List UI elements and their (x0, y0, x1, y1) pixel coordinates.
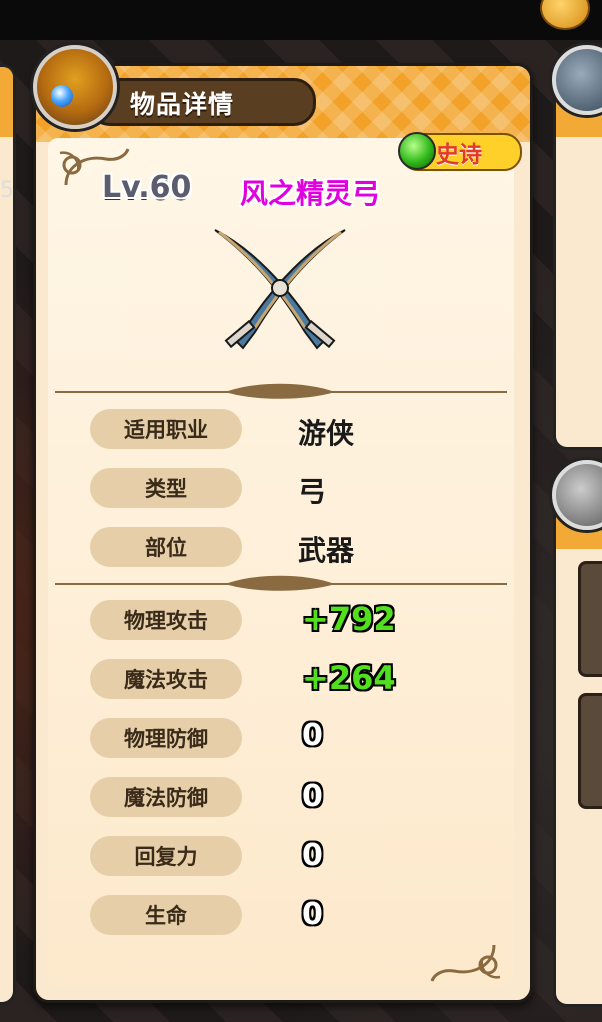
label-magic-attack: 魔法攻击 (90, 659, 242, 699)
gem-icon (51, 85, 73, 107)
value-physical-attack: +792 (302, 600, 396, 638)
value-health: 0 (302, 897, 323, 932)
value-class: 游侠 (298, 417, 355, 450)
right-neighbor-panel-bottom[interactable] (553, 466, 602, 1007)
item-level: Lv.60 (102, 170, 192, 205)
item-name: 风之精灵弓 (240, 177, 381, 210)
rarity-label: 史诗 (436, 142, 482, 168)
label-class: 适用职业 (90, 409, 242, 449)
item-slot[interactable] (578, 693, 602, 809)
value-magic-attack: +264 (302, 659, 396, 697)
value-magic-defense: 0 (302, 779, 323, 814)
right-neighbor-panel-top[interactable] (553, 64, 602, 450)
item-bag-icon (33, 45, 117, 129)
value-type: 弓 (298, 475, 327, 508)
ornament-flourish-icon (430, 944, 501, 982)
label-physical-attack: 物理攻击 (90, 600, 242, 640)
value-physical-defense: 0 (302, 718, 323, 753)
section-divider (55, 383, 507, 399)
label-slot: 部位 (90, 527, 242, 567)
label-type: 类型 (90, 468, 242, 508)
item-slot[interactable] (578, 561, 602, 677)
value-slot: 武器 (298, 534, 355, 567)
label-magic-defense: 魔法防御 (90, 777, 242, 817)
value-recovery: 0 (302, 838, 323, 873)
top-bar (0, 0, 602, 40)
left-panel-text: 5 (0, 178, 14, 203)
crossed-blades-icon (214, 229, 346, 350)
panel-title: 物品详情 (130, 90, 235, 119)
section-divider (55, 575, 507, 591)
label-health: 生命 (90, 895, 242, 935)
label-recovery: 回复力 (90, 836, 242, 876)
left-neighbor-panel[interactable] (0, 64, 16, 1005)
rarity-gem-icon (398, 132, 436, 170)
label-physical-defense: 物理防御 (90, 718, 242, 758)
